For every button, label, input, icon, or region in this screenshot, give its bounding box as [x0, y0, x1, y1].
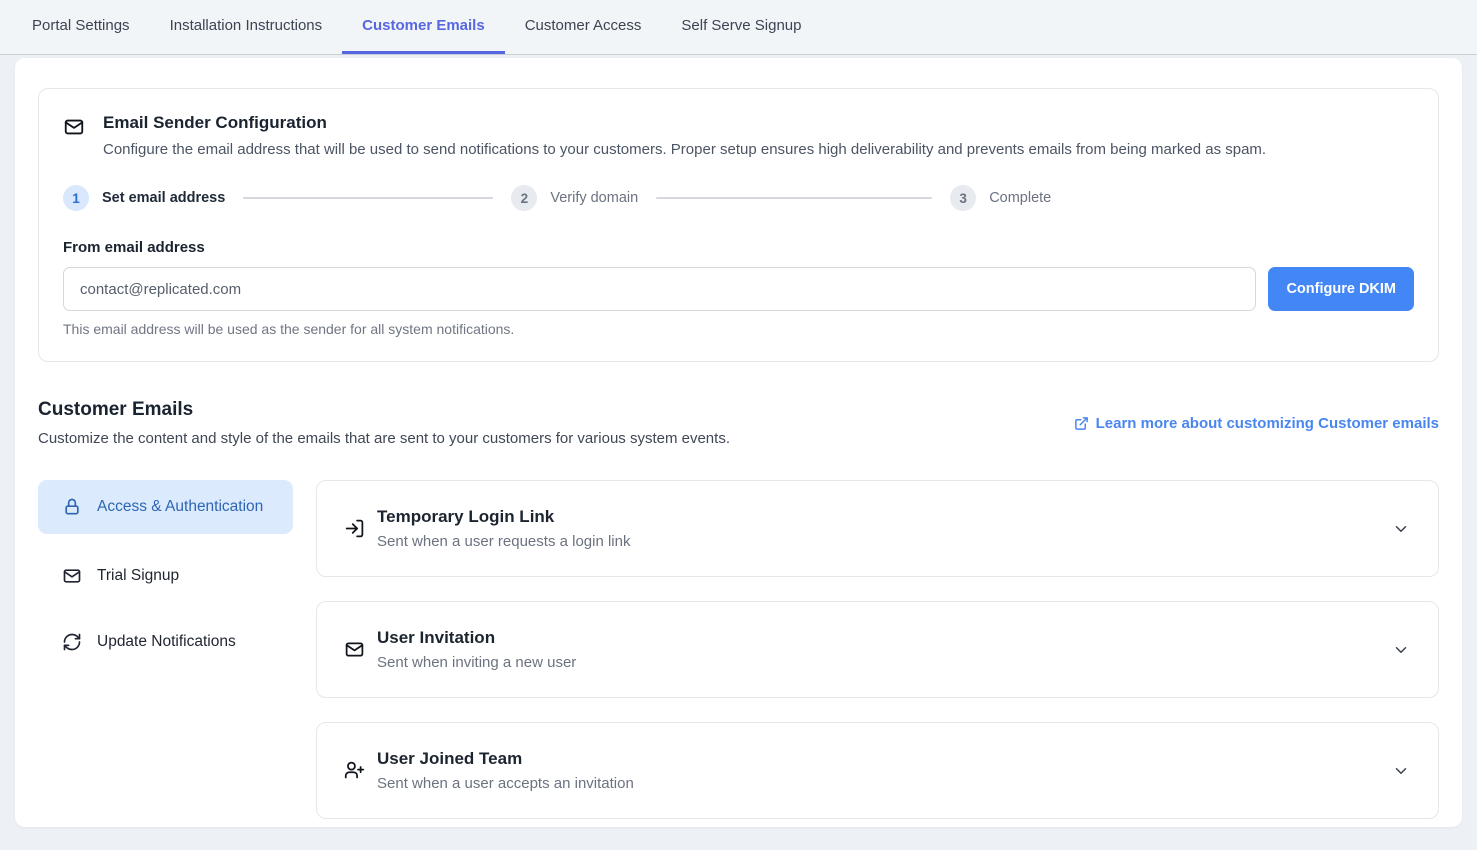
email-card-subtitle: Sent when a user requests a login link: [377, 533, 630, 550]
email-card-temporary-login-link[interactable]: Temporary Login Link Sent when a user re…: [316, 480, 1439, 577]
config-card-title: Email Sender Configuration: [103, 113, 1266, 133]
mail-icon: [63, 116, 85, 158]
settings-tab-bar: Portal Settings Installation Instruction…: [0, 0, 1477, 55]
step-number-badge: 3: [950, 185, 976, 211]
mail-icon: [344, 639, 365, 660]
section-description: Customize the content and style of the e…: [38, 430, 730, 447]
step-label: Complete: [989, 190, 1051, 206]
refresh-icon: [62, 632, 82, 652]
customer-emails-panel: Email Sender Configuration Configure the…: [15, 58, 1462, 827]
mail-icon: [62, 566, 82, 586]
tab-self-serve-signup[interactable]: Self Serve Signup: [661, 0, 821, 54]
chevron-down-icon[interactable]: [1392, 762, 1410, 780]
email-card-text: Temporary Login Link Sent when a user re…: [377, 507, 630, 550]
tab-portal-settings[interactable]: Portal Settings: [12, 0, 150, 54]
config-card-description: Configure the email address that will be…: [103, 141, 1266, 158]
configure-dkim-button[interactable]: Configure DKIM: [1268, 267, 1414, 311]
tab-customer-access[interactable]: Customer Access: [505, 0, 662, 54]
email-card-title: User Invitation: [377, 628, 576, 648]
customer-emails-section-header: Customer Emails Customize the content an…: [38, 399, 1439, 447]
sidebar-item-update-notifications[interactable]: Update Notifications: [38, 618, 293, 666]
email-sender-configuration-card: Email Sender Configuration Configure the…: [38, 88, 1439, 362]
sidebar-item-label: Update Notifications: [97, 630, 236, 654]
chevron-down-icon[interactable]: [1392, 520, 1410, 538]
external-link-icon: [1074, 416, 1089, 431]
email-card-user-joined-team[interactable]: User Joined Team Sent when a user accept…: [316, 722, 1439, 819]
from-email-input[interactable]: [63, 267, 1256, 311]
stepper-connector-line: [656, 197, 932, 199]
config-card-header: Email Sender Configuration Configure the…: [63, 113, 1414, 158]
email-card-subtitle: Sent when a user accepts an invitation: [377, 775, 634, 792]
email-card-title: User Joined Team: [377, 749, 634, 769]
email-setup-stepper: 1 Set email address 2 Verify domain 3 Co…: [63, 185, 1414, 211]
user-plus-icon: [344, 760, 365, 781]
from-email-helper-text: This email address will be used as the s…: [63, 321, 1414, 337]
section-title: Customer Emails: [38, 399, 730, 421]
learn-more-label: Learn more about customizing Customer em…: [1096, 415, 1439, 432]
email-card-text: User Joined Team Sent when a user accept…: [377, 749, 634, 792]
sidebar-item-label: Access & Authentication: [97, 495, 263, 519]
sidebar-item-trial-signup[interactable]: Trial Signup: [38, 552, 293, 600]
tab-installation-instructions[interactable]: Installation Instructions: [150, 0, 343, 54]
sidebar-item-label: Trial Signup: [97, 564, 179, 588]
customer-emails-content: Access & Authentication Trial Signup Upd…: [38, 480, 1439, 819]
sidebar-item-access-authentication[interactable]: Access & Authentication: [38, 480, 293, 534]
tab-customer-emails[interactable]: Customer Emails: [342, 0, 505, 54]
config-card-text: Email Sender Configuration Configure the…: [103, 113, 1266, 158]
step-number-badge: 2: [511, 185, 537, 211]
email-card-title: Temporary Login Link: [377, 507, 630, 527]
step-set-email-address: 1 Set email address: [63, 185, 225, 211]
from-email-row: Configure DKIM: [63, 267, 1414, 311]
step-label: Set email address: [102, 190, 225, 206]
chevron-down-icon[interactable]: [1392, 641, 1410, 659]
login-icon: [344, 518, 365, 539]
email-template-list: Temporary Login Link Sent when a user re…: [316, 480, 1439, 819]
email-category-sidebar: Access & Authentication Trial Signup Upd…: [38, 480, 293, 666]
step-complete: 3 Complete: [950, 185, 1051, 211]
step-label: Verify domain: [550, 190, 638, 206]
step-verify-domain: 2 Verify domain: [511, 185, 638, 211]
email-card-text: User Invitation Sent when inviting a new…: [377, 628, 576, 671]
email-card-subtitle: Sent when inviting a new user: [377, 654, 576, 671]
learn-more-link[interactable]: Learn more about customizing Customer em…: [1074, 415, 1439, 432]
stepper-connector-line: [243, 197, 493, 199]
step-number-badge: 1: [63, 185, 89, 211]
section-title-block: Customer Emails Customize the content an…: [38, 399, 730, 447]
from-email-label: From email address: [63, 239, 1414, 256]
lock-icon: [62, 497, 82, 517]
email-card-user-invitation[interactable]: User Invitation Sent when inviting a new…: [316, 601, 1439, 698]
